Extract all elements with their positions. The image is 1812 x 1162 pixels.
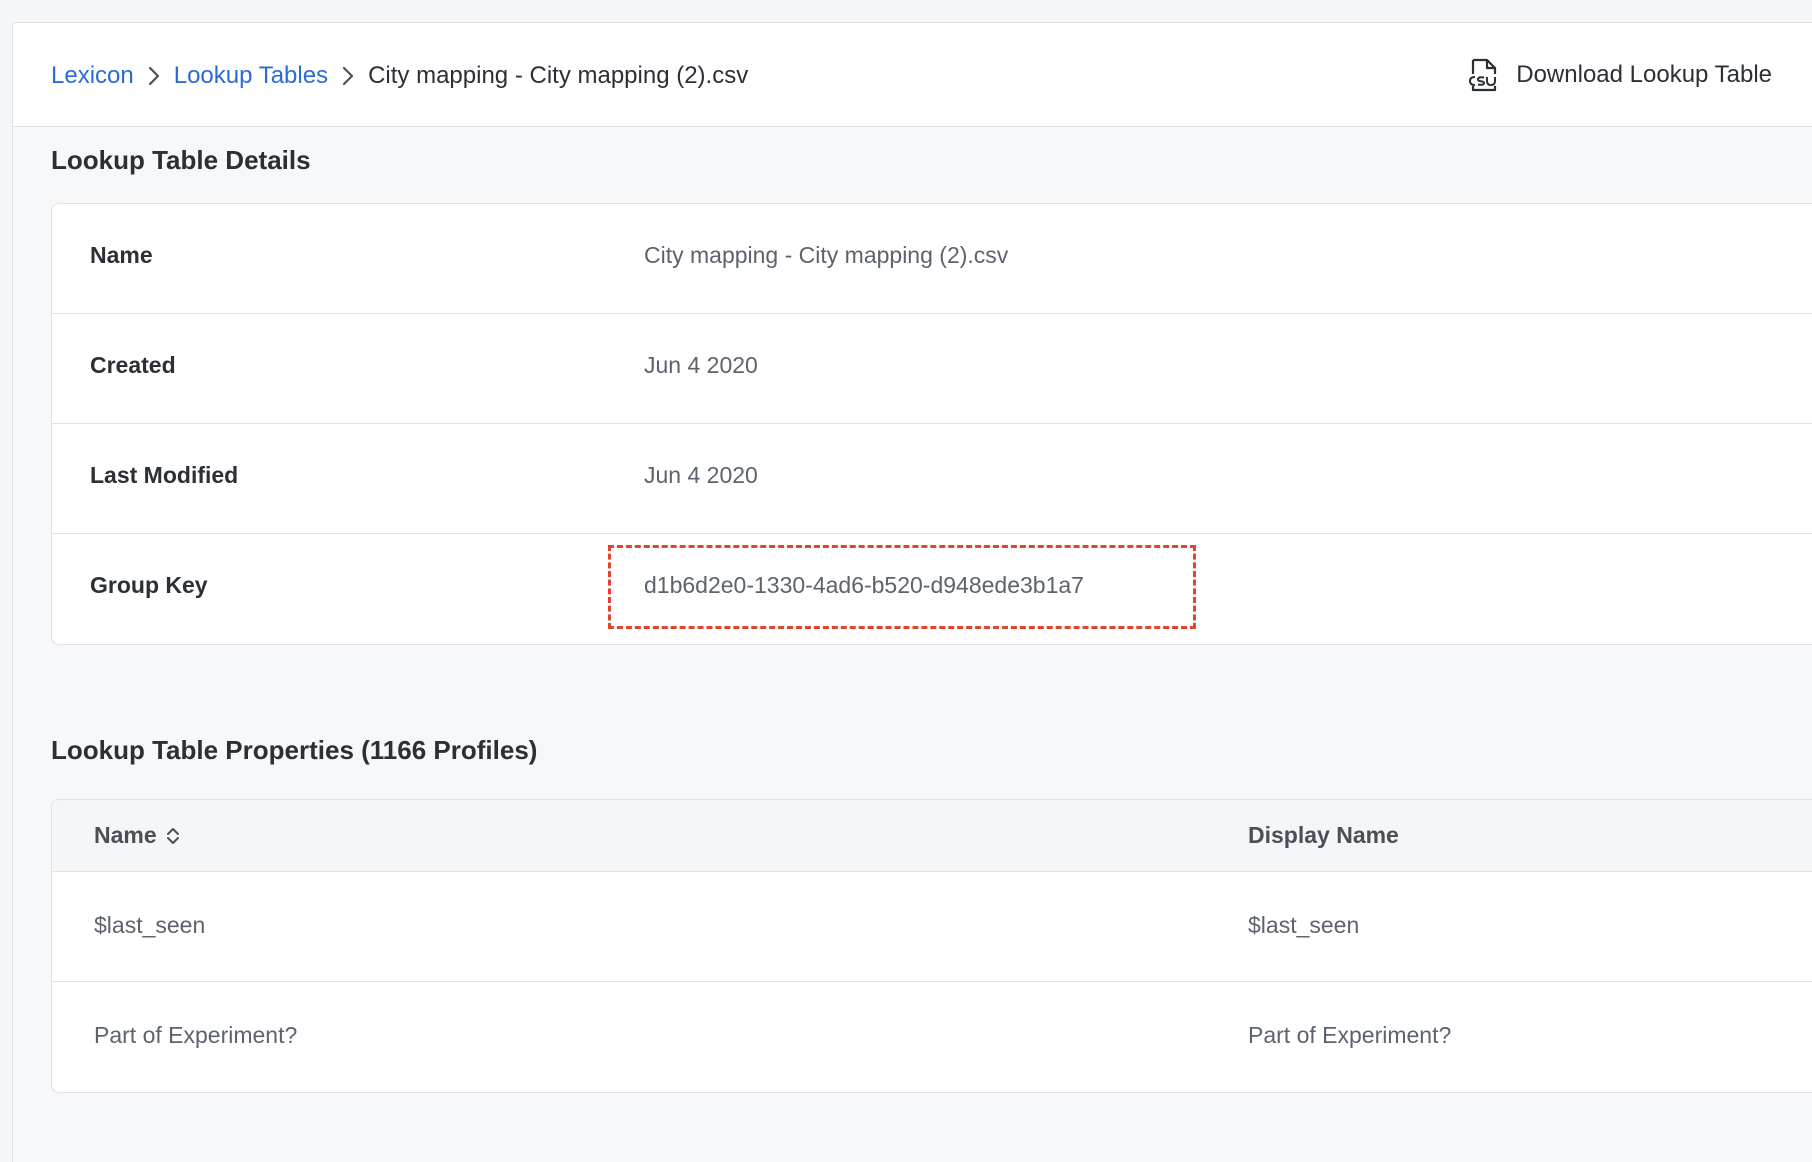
download-label: Download Lookup Table: [1516, 61, 1772, 88]
detail-label: Group Key: [90, 572, 208, 598]
column-header-label: Name: [94, 822, 157, 848]
table-row[interactable]: $last_seen $last_seen: [52, 872, 1812, 982]
breadcrumb: Lexicon Lookup Tables City mapping - Cit…: [51, 59, 748, 93]
cell-display-name: Part of Experiment?: [1248, 1022, 1452, 1048]
chevron-right-icon: [134, 66, 174, 86]
breadcrumb-link-lexicon[interactable]: Lexicon: [51, 62, 134, 90]
table-header: Name Display Name: [52, 800, 1812, 872]
breadcrumb-current: City mapping - City mapping (2).csv: [368, 62, 749, 89]
detail-row-name: Name City mapping - City mapping (2).csv: [52, 204, 1812, 314]
cell-display-name: $last_seen: [1248, 912, 1360, 938]
group-key-value[interactable]: d1b6d2e0-1330-4ad6-b520-d948ede3b1a7: [644, 572, 1084, 599]
column-header-display-name[interactable]: Display Name: [1248, 822, 1399, 849]
column-header-label: Display Name: [1248, 822, 1399, 848]
page-header: Lexicon Lookup Tables City mapping - Cit…: [13, 23, 1812, 127]
details-card: Name City mapping - City mapping (2).csv…: [51, 203, 1812, 645]
sort-icon[interactable]: [165, 825, 181, 847]
properties-section-title: Lookup Table Properties (1166 Profiles): [51, 735, 538, 765]
cell-name: Part of Experiment?: [94, 1022, 298, 1048]
detail-row-created: Created Jun 4 2020: [52, 314, 1812, 424]
properties-table: Name Display Name $last_seen $last_seen …: [51, 799, 1812, 1093]
details-section-title: Lookup Table Details: [51, 145, 311, 175]
content-frame: Lexicon Lookup Tables City mapping - Cit…: [12, 22, 1812, 1162]
breadcrumb-link-lookup-tables[interactable]: Lookup Tables: [174, 62, 328, 90]
download-lookup-table-button[interactable]: Download Lookup Table: [1466, 57, 1772, 93]
detail-label: Name: [90, 242, 153, 268]
detail-label: Created: [90, 352, 176, 378]
detail-value: City mapping - City mapping (2).csv: [644, 242, 1009, 268]
detail-row-last-modified: Last Modified Jun 4 2020: [52, 424, 1812, 534]
cell-name: $last_seen: [94, 912, 206, 938]
detail-value: Jun 4 2020: [644, 352, 758, 378]
table-row[interactable]: Part of Experiment? Part of Experiment?: [52, 982, 1812, 1092]
detail-row-group-key: Group Key d1b6d2e0-1330-4ad6-b520-d948ed…: [52, 534, 1812, 644]
detail-label: Last Modified: [90, 462, 239, 488]
chevron-right-icon: [328, 66, 368, 86]
column-header-name[interactable]: Name: [94, 822, 181, 849]
csv-file-icon: [1469, 58, 1497, 92]
detail-value: Jun 4 2020: [644, 462, 758, 488]
